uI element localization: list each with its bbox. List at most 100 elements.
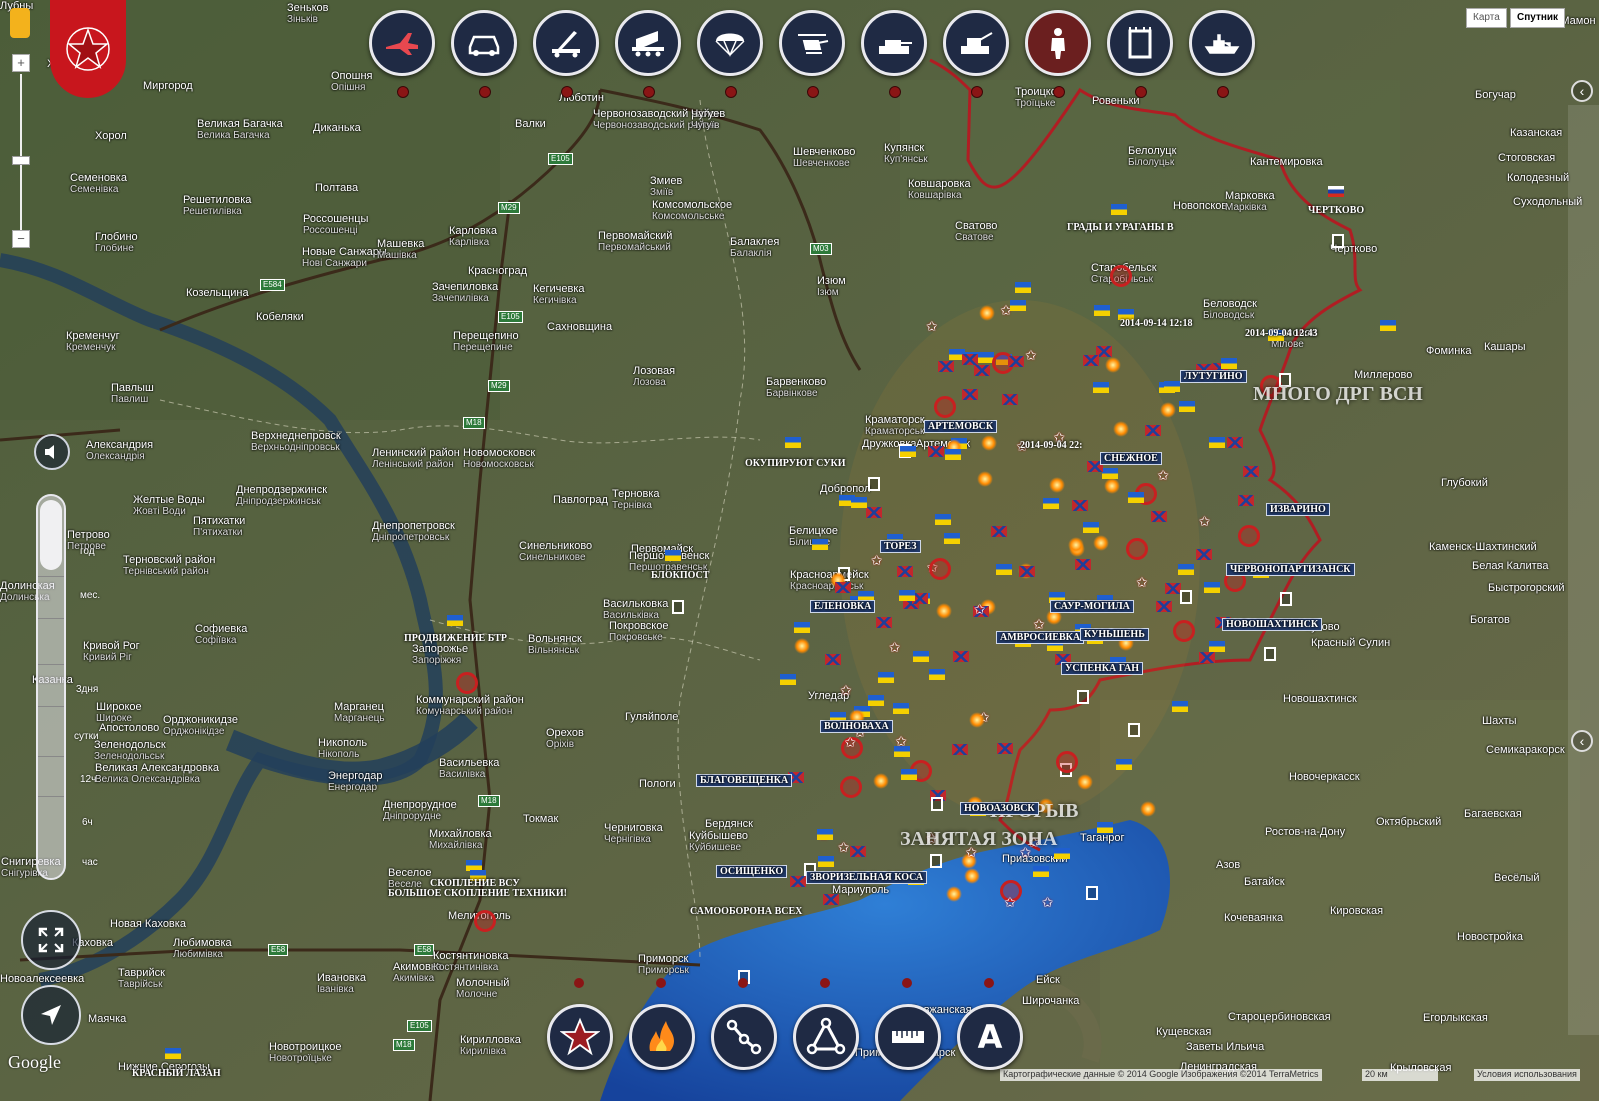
ukraine-flag-icon[interactable]: [817, 828, 834, 840]
ukraine-flag-icon[interactable]: [1033, 865, 1050, 877]
novorossiya-flag-icon[interactable]: [1082, 354, 1099, 366]
terms-of-use-link[interactable]: Условия использования: [1474, 1069, 1580, 1081]
ukraine-flag-icon[interactable]: [1204, 582, 1221, 594]
time-range-slider[interactable]: [36, 494, 66, 880]
marker-label[interactable]: СНЕЖНОЕ: [1100, 452, 1162, 465]
explosion-icon[interactable]: [1104, 357, 1121, 374]
marker-label[interactable]: БОЛЬШОЕ СКОПЛЕНИЕ ТЕХНИКИ!: [388, 888, 567, 899]
casualty-marker-icon[interactable]: [474, 910, 496, 932]
novorossiya-flag-icon[interactable]: [990, 526, 1007, 538]
novorossiya-flag-icon[interactable]: [1018, 565, 1035, 577]
ukraine-flag-icon[interactable]: [1209, 641, 1226, 653]
marker-label[interactable]: САМООБОРОНА ВСЕХ: [690, 906, 802, 917]
ukraine-flag-icon[interactable]: [1010, 300, 1026, 311]
ruler-tool-button[interactable]: [875, 1004, 941, 1070]
novorossiya-flag-icon[interactable]: [822, 894, 839, 906]
ukraine-flag-icon[interactable]: [945, 448, 962, 460]
ukraine-flag-icon[interactable]: [912, 651, 929, 663]
checkpoint-icon[interactable]: [672, 600, 684, 614]
ukraine-flag-icon[interactable]: [996, 563, 1013, 575]
google-logo[interactable]: Google: [8, 1052, 61, 1073]
ukraine-flag-icon[interactable]: [899, 589, 916, 601]
ukraine-flag-icon[interactable]: [1208, 437, 1225, 449]
ukraine-flag-icon[interactable]: [943, 532, 960, 544]
novorossiya-flag-icon[interactable]: [876, 616, 893, 628]
novorossiya-flag-icon[interactable]: [865, 506, 882, 518]
site-logo[interactable]: [50, 0, 126, 98]
marker-label[interactable]: КРАСНЫЙ ЛАЗАН: [132, 1068, 221, 1079]
checkpoint-icon[interactable]: [931, 797, 944, 812]
zoom-track[interactable]: [20, 74, 22, 234]
star-icon[interactable]: ✩: [1025, 347, 1037, 364]
ukraine-flag-icon[interactable]: [1082, 522, 1099, 534]
time-slider-knob[interactable]: [40, 500, 62, 570]
helicopter-layer-button[interactable]: [779, 10, 845, 76]
novorossiya-flag-icon[interactable]: [790, 875, 807, 887]
novorossiya-flag-icon[interactable]: [1164, 582, 1181, 594]
text-tool-button[interactable]: A: [957, 1004, 1023, 1070]
tank-layer-button[interactable]: [861, 10, 927, 76]
novorossiya-flag-icon[interactable]: [1075, 558, 1092, 570]
collapse-arrow-icon[interactable]: ‹: [1571, 730, 1593, 752]
ukraine-flag-icon[interactable]: [850, 497, 867, 509]
marker-label[interactable]: БЛАГОВЕЩЕНКА: [696, 774, 793, 787]
checkpoint-layer-button[interactable]: [1107, 10, 1173, 76]
ukraine-flag-icon[interactable]: [1171, 701, 1188, 713]
casualty-marker-icon[interactable]: [1126, 537, 1149, 560]
explosion-icon[interactable]: [963, 867, 980, 884]
map-type-satellite[interactable]: Спутник: [1510, 8, 1566, 28]
marker-label[interactable]: ЕЛЕНОВКА: [810, 600, 876, 613]
novorossiya-flag-icon[interactable]: [850, 845, 867, 857]
collapse-arrow-icon[interactable]: ‹: [1571, 80, 1593, 102]
star-icon[interactable]: ✩: [838, 839, 850, 856]
star-icon[interactable]: ✩: [889, 639, 901, 656]
novorossiya-flag-icon[interactable]: [952, 651, 969, 663]
star-icon[interactable]: ✩: [871, 552, 883, 569]
star-icon[interactable]: ✩: [1199, 513, 1211, 530]
novorossiya-flag-icon[interactable]: [1238, 494, 1255, 506]
artillery-layer-button[interactable]: [943, 10, 1009, 76]
ukraine-flag-icon[interactable]: [928, 669, 945, 681]
star-icon[interactable]: ✩: [1042, 894, 1054, 911]
zoom-in-button[interactable]: +: [12, 54, 30, 72]
marker-label[interactable]: АМВРОСИЕВКА: [996, 631, 1085, 644]
checkpoint-icon[interactable]: [1280, 592, 1292, 606]
star-icon[interactable]: ✩: [840, 682, 852, 699]
novorossiya-flag-icon[interactable]: [1144, 425, 1161, 437]
novorossiya-flag-icon[interactable]: [825, 653, 842, 665]
ukraine-flag-icon[interactable]: [1163, 380, 1180, 392]
star-icon[interactable]: ✩: [895, 733, 907, 750]
ukraine-flag-icon[interactable]: [665, 550, 681, 561]
locate-button[interactable]: [21, 985, 81, 1045]
novorossiya-flag-icon[interactable]: [928, 445, 945, 457]
fire-layer-button[interactable]: [629, 1004, 695, 1070]
sound-toggle-button[interactable]: [34, 434, 70, 470]
ukraine-flag-icon[interactable]: [793, 622, 810, 634]
checkpoint-icon[interactable]: [867, 476, 880, 491]
casualty-marker-icon[interactable]: [934, 395, 957, 418]
russia-flag-icon[interactable]: [1328, 186, 1344, 197]
marker-label[interactable]: ОСИЩЕНКО: [716, 865, 788, 878]
route-tool-button[interactable]: [711, 1004, 777, 1070]
marker-label[interactable]: БЛОКПОСТ: [651, 570, 709, 581]
ukraine-flag-icon[interactable]: [447, 615, 463, 626]
ukraine-flag-icon[interactable]: [1221, 357, 1238, 369]
star-icon[interactable]: ✩: [1136, 574, 1148, 591]
street-view-pegman-icon[interactable]: [10, 8, 30, 38]
checkpoint-icon[interactable]: [1128, 723, 1141, 738]
checkpoint-icon[interactable]: [1085, 886, 1098, 901]
star-icon[interactable]: ✩: [926, 318, 938, 335]
checkpoint-icon[interactable]: [1180, 590, 1192, 604]
ukraine-flag-icon[interactable]: [812, 538, 828, 550]
satellite-map[interactable]: E105 M29 E584 E105 M29 M18 M03 M18 E58 E…: [0, 0, 1599, 1101]
navy-layer-button[interactable]: [1189, 10, 1255, 76]
soldier-layer-button[interactable]: [1025, 10, 1091, 76]
novorossiya-flag-icon[interactable]: [1002, 393, 1019, 405]
ukraine-flag-icon[interactable]: [935, 514, 952, 526]
novorossiya-flag-icon[interactable]: [937, 361, 954, 373]
novorossiya-flag-icon[interactable]: [1150, 511, 1167, 523]
marker-label[interactable]: ГРАДЫ И УРАГАНЫ В: [1067, 222, 1174, 233]
marker-label[interactable]: ИЗВАРИНО: [1266, 503, 1330, 516]
ukraine-flag-icon[interactable]: [900, 768, 917, 780]
novorossiya-flag-icon[interactable]: [1072, 500, 1089, 512]
